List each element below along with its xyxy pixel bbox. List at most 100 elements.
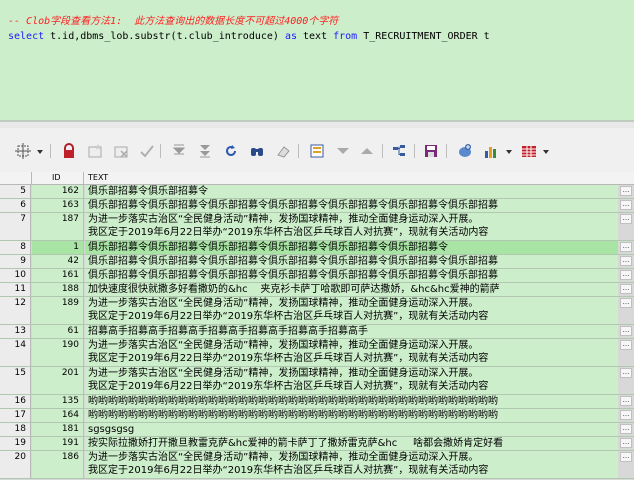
cell-id[interactable]: 42: [32, 255, 84, 268]
row-number[interactable]: 5: [0, 185, 31, 198]
single-record-view-icon[interactable]: [308, 142, 326, 160]
row-number[interactable]: 6: [0, 199, 31, 212]
row-number[interactable]: 14: [0, 339, 31, 366]
table-row[interactable]: 9 42 俱乐部招募令俱乐部招募令俱乐部招募令俱乐部招募令俱乐部招募令俱乐部招募令俱…: [0, 255, 634, 269]
cell-text[interactable]: 哟哟哟哟哟哟哟哟哟哟哟哟哟哟哟哟哟哟哟哟哟哟哟哟哟哟哟哟哟哟哟哟哟哟哟哟哟哟哟哟…: [85, 395, 618, 408]
table-row[interactable]: 8 1 俱乐部招募令俱乐部招募令俱乐部招募令俱乐部招募令俱乐部招募令俱乐部招募令..…: [0, 241, 634, 255]
cell-text[interactable]: 为进一步落实古治区“全民健身活动”精神，发扬国球精神，推动全面健身运动深入开展。…: [85, 213, 618, 240]
chevron-down-icon[interactable]: [37, 150, 43, 154]
row-number[interactable]: 11: [0, 283, 31, 296]
lock-icon[interactable]: [60, 142, 78, 160]
chart-icon[interactable]: [482, 142, 500, 160]
cell-id[interactable]: 61: [32, 325, 84, 338]
cell-id[interactable]: 188: [32, 283, 84, 296]
row-number[interactable]: 10: [0, 269, 31, 282]
row-number[interactable]: 13: [0, 325, 31, 338]
cell-text[interactable]: 哟哟哟哟哟哟哟哟哟哟哟哟哟哟哟哟哟哟哟哟哟哟哟哟哟哟哟哟哟哟哟哟哟哟哟哟哟哟哟哟…: [85, 409, 618, 422]
chevron-down-icon[interactable]: [506, 150, 512, 154]
cell-editor-button[interactable]: ...: [620, 256, 632, 266]
save-icon[interactable]: [422, 142, 440, 160]
clear-icon[interactable]: [274, 142, 292, 160]
cell-editor-button[interactable]: ...: [620, 410, 632, 420]
cell-editor-button[interactable]: ...: [620, 298, 632, 308]
cell-text[interactable]: 为进一步落实古治区“全民健身活动”精神，发扬国球精神，推动全面健身运动深入开展。…: [85, 451, 618, 478]
table-row[interactable]: 14 190 为进一步落实古治区“全民健身活动”精神，发扬国球精神，推动全面健身运动…: [0, 339, 634, 367]
row-number[interactable]: 19: [0, 437, 31, 450]
cell-id[interactable]: 189: [32, 297, 84, 324]
cell-text[interactable]: 俱乐部招募令俱乐部招募令俱乐部招募令俱乐部招募令俱乐部招募令俱乐部招募令俱乐部招…: [85, 269, 618, 282]
cell-id[interactable]: 162: [32, 185, 84, 198]
sort-down-icon[interactable]: [334, 142, 352, 160]
grid-select-icon[interactable]: [14, 142, 32, 160]
cell-editor-button[interactable]: ...: [620, 340, 632, 350]
cell-editor-button[interactable]: ...: [620, 396, 632, 406]
row-number[interactable]: 17: [0, 409, 31, 422]
cell-id[interactable]: 1: [32, 241, 84, 254]
cell-text[interactable]: 为进一步落实古治区“全民健身活动”精神，发扬国球精神，推动全面健身运动深入开展。…: [85, 297, 618, 324]
cell-editor-button[interactable]: ...: [620, 452, 632, 462]
refresh-icon[interactable]: [222, 142, 240, 160]
cell-editor-button[interactable]: ...: [620, 186, 632, 196]
cell-editor-button[interactable]: ...: [620, 368, 632, 378]
cell-text[interactable]: 按实际拉撒娇打开撒旦教雷克萨&hc爱神的箭卡萨丁了撒娇雷克萨&hc 啥都会撒娇肯…: [85, 437, 618, 450]
cell-editor-button[interactable]: ...: [620, 326, 632, 336]
column-header-id[interactable]: ID: [32, 172, 84, 184]
table-row[interactable]: 5 162 俱乐部招募令俱乐部招募令...: [0, 185, 634, 199]
cell-text[interactable]: 俱乐部招募令俱乐部招募令俱乐部招募令俱乐部招募令俱乐部招募令俱乐部招募令: [85, 241, 618, 254]
cell-id[interactable]: 164: [32, 409, 84, 422]
table-row[interactable]: 18 181 sgsgsgsg...: [0, 423, 634, 437]
column-header-text[interactable]: TEXT: [88, 172, 108, 184]
cell-text[interactable]: 俱乐部招募令俱乐部招募令俱乐部招募令俱乐部招募令俱乐部招募令俱乐部招募令俱乐部招…: [85, 255, 618, 268]
result-grid[interactable]: ID TEXT 5 162 俱乐部招募令俱乐部招募令... 6 163 俱乐部招募令俱乐部…: [0, 172, 634, 480]
cell-id[interactable]: 201: [32, 367, 84, 394]
table-row[interactable]: 17 164 哟哟哟哟哟哟哟哟哟哟哟哟哟哟哟哟哟哟哟哟哟哟哟哟哟哟哟哟哟哟哟哟哟哟哟…: [0, 409, 634, 423]
cell-editor-button[interactable]: ...: [620, 214, 632, 224]
cell-id[interactable]: 135: [32, 395, 84, 408]
cell-id[interactable]: 186: [32, 451, 84, 478]
cell-id[interactable]: 190: [32, 339, 84, 366]
sql-editor[interactable]: -- Clob字段查看方法1: 此方法查询出的数据长度不可超过4000个字符 s…: [0, 0, 634, 121]
cell-id[interactable]: 163: [32, 199, 84, 212]
cell-text[interactable]: 招募高手招募高手招募高手招募高手招募高手招募高手招募高手: [85, 325, 618, 338]
find-icon[interactable]: [248, 142, 266, 160]
row-number[interactable]: 20: [0, 451, 31, 478]
row-number[interactable]: 9: [0, 255, 31, 268]
cell-text[interactable]: 为进一步落实古治区“全民健身活动”精神，发扬国球精神，推动全面健身运动深入开展。…: [85, 367, 618, 394]
table-row[interactable]: 10 161 俱乐部招募令俱乐部招募令俱乐部招募令俱乐部招募令俱乐部招募令俱乐部招募…: [0, 269, 634, 283]
table-row[interactable]: 11 188 加快速度很快就撒多好看撒奶的&hc 夹克衫卡萨丁哈歌即可萨达撒娇，&h…: [0, 283, 634, 297]
post-check-icon[interactable]: [138, 142, 156, 160]
cell-id[interactable]: 181: [32, 423, 84, 436]
cell-text[interactable]: 俱乐部招募令俱乐部招募令俱乐部招募令俱乐部招募令俱乐部招募令俱乐部招募令俱乐部招…: [85, 199, 618, 212]
table-row[interactable]: 16 135 哟哟哟哟哟哟哟哟哟哟哟哟哟哟哟哟哟哟哟哟哟哟哟哟哟哟哟哟哟哟哟哟哟哟哟…: [0, 395, 634, 409]
cell-editor-button[interactable]: ...: [620, 438, 632, 448]
delete-record-icon[interactable]: [112, 142, 130, 160]
query-by-example-icon[interactable]: [390, 142, 408, 160]
table-row[interactable]: 19 191 按实际拉撒娇打开撒旦教雷克萨&hc爱神的箭卡萨丁了撒娇雷克萨&hc 啥…: [0, 437, 634, 451]
table-row[interactable]: 6 163 俱乐部招募令俱乐部招募令俱乐部招募令俱乐部招募令俱乐部招募令俱乐部招募令…: [0, 199, 634, 213]
table-row[interactable]: 7 187 为进一步落实古治区“全民健身活动”精神，发扬国球精神，推动全面健身运动深…: [0, 213, 634, 241]
chevron-down-icon[interactable]: [543, 150, 549, 154]
table-row[interactable]: 20 186 为进一步落实古治区“全民健身活动”精神，发扬国球精神，推动全面健身运动…: [0, 451, 634, 479]
row-number[interactable]: 16: [0, 395, 31, 408]
cell-editor-button[interactable]: ...: [620, 200, 632, 210]
fetch-all-icon[interactable]: [196, 142, 214, 160]
row-number[interactable]: 8: [0, 241, 31, 254]
cell-editor-button[interactable]: ...: [620, 424, 632, 434]
row-number[interactable]: 7: [0, 213, 31, 240]
cell-text[interactable]: 为进一步落实古治区“全民健身活动”精神，发扬国球精神，推动全面健身运动深入开展。…: [85, 339, 618, 366]
row-number[interactable]: 18: [0, 423, 31, 436]
cell-id[interactable]: 187: [32, 213, 84, 240]
table-options-icon[interactable]: [520, 142, 538, 160]
export-icon[interactable]: [456, 142, 474, 160]
cell-text[interactable]: 加快速度很快就撒多好看撒奶的&hc 夹克衫卡萨丁哈歌即可萨达撒娇，&hc&hc爱…: [85, 283, 618, 296]
cell-id[interactable]: 191: [32, 437, 84, 450]
row-number[interactable]: 12: [0, 297, 31, 324]
table-row[interactable]: 15 201 为进一步落实古治区“全民健身活动”精神，发扬国球精神，推动全面健身运动…: [0, 367, 634, 395]
new-record-icon[interactable]: [86, 142, 104, 160]
sort-up-icon[interactable]: [358, 142, 376, 160]
table-row[interactable]: 13 61 招募高手招募高手招募高手招募高手招募高手招募高手招募高手...: [0, 325, 634, 339]
cell-editor-button[interactable]: ...: [620, 270, 632, 280]
cell-text[interactable]: 俱乐部招募令俱乐部招募令: [85, 185, 618, 198]
cell-editor-button[interactable]: ...: [620, 284, 632, 294]
row-number[interactable]: 15: [0, 367, 31, 394]
